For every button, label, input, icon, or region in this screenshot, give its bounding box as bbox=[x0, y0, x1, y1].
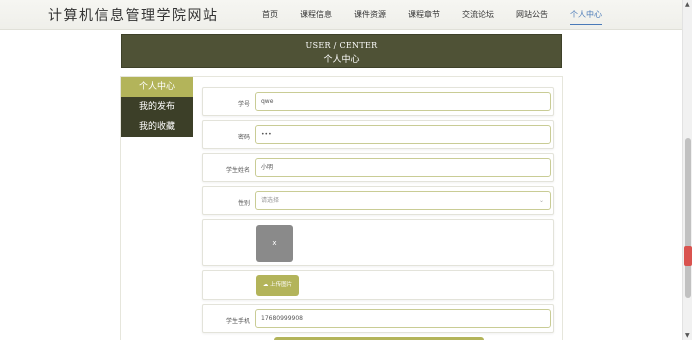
nav-user-center[interactable]: 个人中心 bbox=[570, 9, 602, 25]
phone-input[interactable]: 17680999908 bbox=[255, 309, 551, 328]
banner-title-cn: 个人中心 bbox=[323, 55, 360, 65]
nav-chapters[interactable]: 课程章节 bbox=[408, 9, 440, 25]
row-student-name: 学生姓名 小明 bbox=[202, 153, 554, 182]
user-center-panel: 个人中心 我的发布 我的收藏 学号 qwe 密码 ••• 学生姓名 小明 性别 … bbox=[120, 76, 563, 340]
row-student-id: 学号 qwe bbox=[202, 87, 554, 116]
photo-placeholder[interactable]: x bbox=[256, 225, 293, 262]
page-banner: USER / CENTER 个人中心 bbox=[121, 34, 562, 68]
row-gender: 性别 请选择 ⌄ bbox=[202, 186, 554, 215]
row-phone: 学生手机 17680999908 bbox=[202, 304, 554, 333]
cloud-upload-icon: ☁ bbox=[262, 282, 269, 288]
nav-announcements[interactable]: 网站公告 bbox=[516, 9, 548, 25]
student-name-label: 学生姓名 bbox=[225, 167, 250, 174]
nav-courseware[interactable]: 课件资源 bbox=[354, 9, 386, 25]
nav-course-info[interactable]: 课程信息 bbox=[300, 9, 332, 25]
gender-select-value: 请选择 bbox=[261, 197, 280, 204]
sidebar: 个人中心 我的发布 我的收藏 bbox=[121, 77, 193, 137]
row-password: 密码 ••• bbox=[202, 120, 554, 149]
upload-button-label: 上传图片 bbox=[270, 282, 293, 288]
gender-label: 性别 bbox=[237, 200, 250, 207]
upload-image-button[interactable]: ☁ 上传图片 bbox=[256, 275, 299, 296]
scroll-thumb[interactable] bbox=[685, 138, 691, 298]
top-header: 计算机信息管理学院网站 首页 课程信息 课件资源 课程章节 交流论坛 网站公告 … bbox=[0, 0, 682, 30]
sidebar-item-my-favorites[interactable]: 我的收藏 bbox=[121, 117, 193, 137]
password-input[interactable]: ••• bbox=[255, 125, 551, 144]
password-label: 密码 bbox=[237, 134, 250, 141]
phone-label: 学生手机 bbox=[225, 318, 250, 325]
site-title: 计算机信息管理学院网站 bbox=[48, 8, 219, 24]
banner-title-en: USER / CENTER bbox=[305, 41, 378, 50]
vertical-scrollbar[interactable]: ▲ ▼ bbox=[682, 0, 692, 340]
sidebar-item-my-posts[interactable]: 我的发布 bbox=[121, 97, 193, 117]
scroll-position-marker bbox=[684, 246, 692, 266]
nav-home[interactable]: 首页 bbox=[262, 9, 278, 25]
sidebar-item-user-center[interactable]: 个人中心 bbox=[121, 77, 193, 97]
nav-forum[interactable]: 交流论坛 bbox=[462, 9, 494, 25]
scroll-up-icon[interactable]: ▲ bbox=[685, 1, 690, 8]
student-id-input[interactable]: qwe bbox=[255, 92, 551, 111]
main-nav: 首页 课程信息 课件资源 课程章节 交流论坛 网站公告 个人中心 bbox=[262, 9, 624, 25]
student-name-input[interactable]: 小明 bbox=[255, 158, 551, 177]
row-upload: ☁ 上传图片 bbox=[202, 270, 554, 300]
student-id-label: 学号 bbox=[237, 101, 250, 108]
row-photo: x bbox=[202, 219, 554, 266]
gender-select[interactable]: 请选择 ⌄ bbox=[255, 191, 551, 210]
chevron-down-icon: ⌄ bbox=[538, 197, 544, 204]
scroll-down-icon[interactable]: ▼ bbox=[685, 332, 690, 339]
